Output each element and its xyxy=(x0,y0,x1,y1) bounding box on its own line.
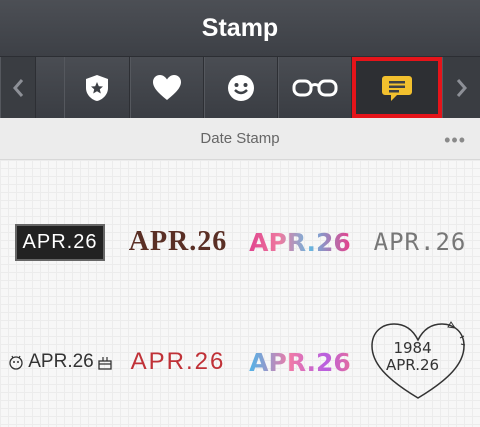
heart-stamp-text: 1984 APR.26 xyxy=(386,339,440,374)
stamp-item[interactable]: APR.26 xyxy=(240,212,360,272)
shield-star-icon xyxy=(86,74,108,101)
section-title: Date Stamp xyxy=(200,130,280,147)
smiley-icon xyxy=(228,74,254,101)
glasses-icon xyxy=(292,79,338,96)
tab-speech-bubble[interactable] xyxy=(352,57,442,118)
stamp-item-heart[interactable]: 1984 APR.26 xyxy=(368,318,468,402)
scroll-left-button[interactable] xyxy=(0,57,36,118)
stamp-item[interactable]: APR.26 xyxy=(0,212,120,272)
stamp-item[interactable]: APR.26 xyxy=(118,332,238,392)
page-title: Stamp xyxy=(201,13,279,42)
tab-smiley[interactable] xyxy=(204,57,278,118)
stamp-item[interactable]: APR.26 xyxy=(360,212,480,272)
section-header: Date Stamp ••• xyxy=(0,118,480,160)
tab-glasses[interactable] xyxy=(278,57,352,118)
doodle-cake-icon xyxy=(98,357,112,370)
stamp-grid: APR.26 APR.26 APR.26 APR.26 APR.26 APR.2… xyxy=(0,160,480,427)
heart-icon xyxy=(153,74,181,100)
speech-bubble-icon xyxy=(382,75,412,101)
scroll-right-button[interactable] xyxy=(442,57,480,118)
tab-shield[interactable] xyxy=(64,57,130,118)
tab-heart[interactable] xyxy=(130,57,204,118)
chevron-left-icon xyxy=(13,78,24,97)
chevron-right-icon xyxy=(456,78,467,97)
title-bar: Stamp xyxy=(0,0,480,57)
more-options-button[interactable]: ••• xyxy=(444,130,466,151)
doodle-face-icon xyxy=(9,355,23,370)
stamp-item[interactable]: APR.26 xyxy=(240,332,360,392)
stamp-category-tabs xyxy=(0,57,480,118)
stamp-item[interactable]: APR.26 xyxy=(118,212,238,272)
stamp-item[interactable]: APR.26 xyxy=(0,332,120,392)
